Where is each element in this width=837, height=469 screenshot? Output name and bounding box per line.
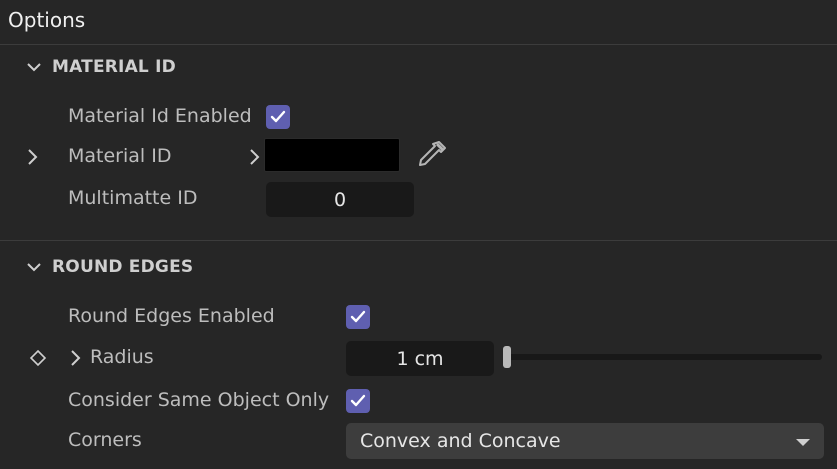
material-id-enabled-label: Material Id Enabled — [68, 105, 252, 127]
radius-label: Radius — [90, 346, 154, 368]
multimatte-id-input[interactable]: 0 — [266, 182, 414, 217]
material-id-label: Material ID — [68, 145, 172, 167]
round-edges-enabled-checkbox[interactable] — [346, 305, 370, 329]
checkmark-icon — [270, 110, 286, 123]
eyedropper-icon[interactable] — [415, 138, 449, 172]
section-title: MATERIAL ID — [52, 57, 176, 77]
section-header-material-id[interactable]: MATERIAL ID — [26, 57, 176, 77]
material-id-enabled-checkbox[interactable] — [266, 105, 290, 129]
corners-label: Corners — [68, 429, 142, 451]
radius-input[interactable]: 1 cm — [346, 341, 494, 376]
section-title: ROUND EDGES — [52, 257, 194, 277]
keyframe-diamond-icon[interactable] — [29, 349, 47, 367]
chevron-right-icon[interactable] — [25, 148, 39, 166]
consider-same-object-label: Consider Same Object Only — [68, 389, 330, 411]
dropdown-arrow-icon — [796, 439, 810, 446]
material-id-color-swatch[interactable] — [264, 138, 400, 172]
chevron-right-icon[interactable] — [248, 148, 260, 166]
corners-dropdown[interactable]: Convex and Concave — [346, 423, 824, 459]
section-header-round-edges[interactable]: ROUND EDGES — [26, 257, 193, 277]
options-panel: Options MATERIAL ID Material Id Enabled … — [0, 0, 837, 469]
chevron-right-icon[interactable] — [69, 349, 81, 367]
multimatte-id-label: Multimatte ID — [68, 187, 198, 209]
radius-slider-handle[interactable] — [503, 346, 511, 368]
divider — [0, 44, 837, 45]
chevron-down-icon — [27, 263, 41, 272]
radius-slider-track[interactable] — [504, 354, 822, 360]
divider — [0, 240, 837, 241]
corners-dropdown-value: Convex and Concave — [360, 430, 561, 452]
panel-title: Options — [8, 8, 86, 32]
checkmark-icon — [350, 310, 366, 323]
checkmark-icon — [350, 394, 366, 407]
round-edges-enabled-label: Round Edges Enabled — [68, 305, 275, 327]
consider-same-object-checkbox[interactable] — [346, 389, 370, 413]
chevron-down-icon — [27, 63, 41, 72]
